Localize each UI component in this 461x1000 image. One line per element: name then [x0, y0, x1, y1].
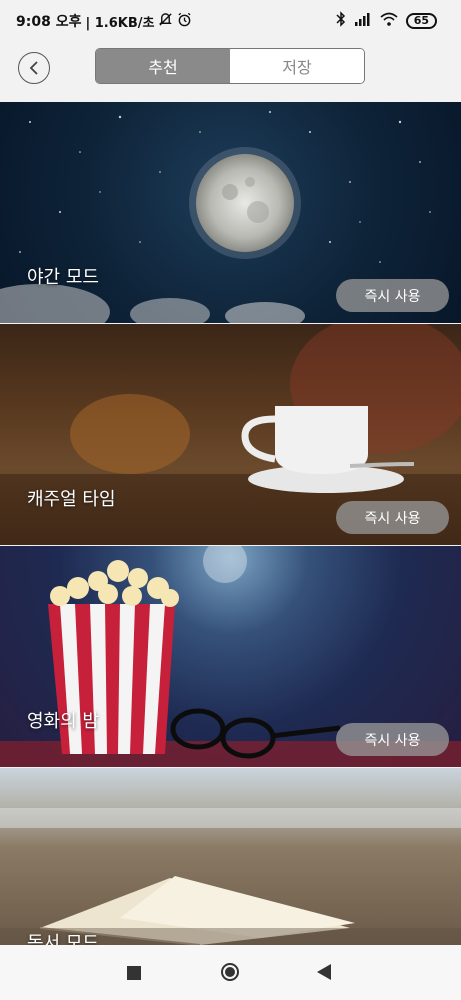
app-bar: 추천 저장	[0, 40, 461, 100]
tab-recommended[interactable]: 추천	[96, 49, 230, 83]
mode-card-casual[interactable]: 캐주얼 타임 즉시 사용	[0, 324, 461, 545]
status-time: 9:08 오후	[16, 14, 82, 30]
status-left: 9:08 오후 | 1.6KB/초	[16, 11, 192, 31]
use-now-button[interactable]: 즉시 사용	[336, 723, 449, 756]
status-bar: 9:08 오후 | 1.6KB/초 65	[0, 0, 461, 40]
status-speed: | 1.6KB/초	[85, 15, 155, 31]
back-button[interactable]	[18, 52, 50, 84]
signal-icon	[354, 12, 372, 30]
alarm-icon	[177, 12, 192, 31]
use-now-button[interactable]: 즉시 사용	[336, 279, 449, 312]
status-right: 65	[336, 11, 437, 31]
card-title: 캐주얼 타임	[27, 489, 116, 510]
mode-card-night[interactable]: 야간 모드 즉시 사용	[0, 102, 461, 323]
triangle-left-icon	[317, 964, 331, 980]
battery-indicator: 65	[405, 13, 437, 29]
recents-button[interactable]	[127, 965, 141, 984]
mode-card-movie[interactable]: 영화의 밤 즉시 사용	[0, 546, 461, 767]
square-icon	[127, 966, 141, 980]
card-title: 영화의 밤	[27, 711, 99, 732]
segmented-control: 추천 저장	[95, 48, 365, 84]
mode-card-reading[interactable]: 독서 모드	[0, 768, 461, 945]
back-nav-button[interactable]	[317, 964, 331, 984]
tab-saved[interactable]: 저장	[230, 49, 364, 83]
navigation-bar	[0, 945, 461, 1000]
card-title: 야간 모드	[27, 267, 99, 288]
chevron-left-icon	[29, 61, 38, 75]
wifi-icon	[380, 12, 398, 30]
use-now-button[interactable]: 즉시 사용	[336, 501, 449, 534]
home-button[interactable]	[220, 962, 240, 986]
book-beach-image	[0, 808, 461, 945]
bluetooth-icon	[336, 11, 346, 31]
mute-icon	[158, 12, 173, 31]
card-title: 독서 모드	[27, 933, 99, 945]
circle-icon	[221, 963, 239, 981]
